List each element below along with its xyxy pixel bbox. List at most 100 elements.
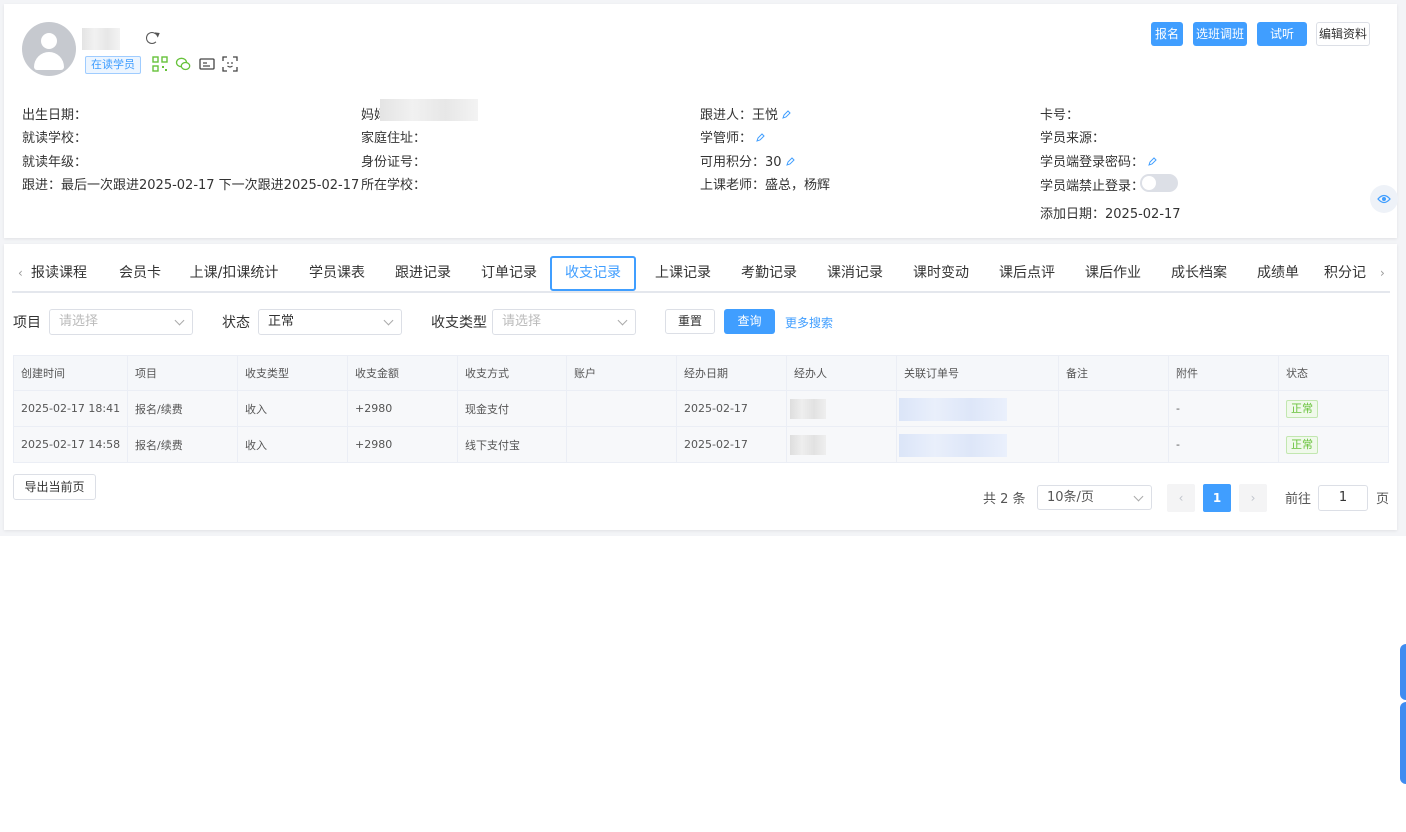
table-cell — [566, 390, 677, 427]
order-number-cell[interactable] — [896, 426, 1059, 463]
table-cell: +2980 — [347, 390, 458, 427]
page-size-value: 10条/页 — [1047, 490, 1094, 505]
qrcode-icon[interactable] — [152, 56, 168, 72]
column-header: 收支类型 — [237, 355, 348, 391]
tab-class-records[interactable]: 上课记录 — [648, 256, 718, 291]
table-row[interactable]: 2025-02-17 18:41 报名/续费 收入 +2980 现金支付 202… — [13, 390, 1389, 427]
tab-growth-archive[interactable]: 成长档案 — [1164, 256, 1234, 291]
floating-side-tab[interactable] — [1400, 644, 1406, 700]
tab-after-class-review[interactable]: 课后点评 — [992, 256, 1062, 291]
tab-report-card[interactable]: 成绩单 — [1250, 256, 1306, 291]
operator-cell — [786, 390, 897, 427]
pencil-icon[interactable] — [781, 110, 791, 120]
tab-income-expense-records[interactable]: 收支记录 — [550, 256, 636, 291]
enroll-button[interactable]: 报名 — [1151, 22, 1183, 46]
status-badge: 正常 — [1286, 435, 1318, 454]
column-header: 项目 — [127, 355, 238, 391]
tab-order-records[interactable]: 订单记录 — [474, 256, 544, 291]
chevron-down-icon — [617, 315, 628, 326]
login-password-field: 学员端登录密码： — [1040, 151, 1157, 170]
prev-page-button[interactable]: ‹ — [1167, 484, 1195, 512]
status-select[interactable]: 正常 — [258, 309, 402, 335]
column-header: 账户 — [566, 355, 677, 391]
tab-student-schedule[interactable]: 学员课表 — [302, 256, 372, 291]
tab-membership-card[interactable]: 会员卡 — [112, 256, 168, 291]
type-select[interactable]: 请选择 — [492, 309, 636, 335]
table-cell: 现金支付 — [457, 390, 567, 427]
page-size-select[interactable]: 10条/页 — [1037, 485, 1152, 510]
trial-button[interactable]: 试听 — [1257, 22, 1307, 46]
scan-icon[interactable] — [222, 56, 238, 72]
column-header: 关联订单号 — [896, 355, 1059, 391]
select-class-button[interactable]: 选班调班 — [1193, 22, 1247, 46]
order-number-redacted[interactable] — [899, 398, 1007, 421]
item-select[interactable]: 请选择 — [49, 309, 193, 335]
table-cell — [1058, 426, 1169, 463]
teachers-field: 上课老师：盛总，杨辉 — [700, 178, 831, 193]
more-search-link[interactable]: 更多搜索 — [785, 314, 833, 331]
login-password-text: 学员端登录密码： — [1040, 155, 1145, 170]
order-number-cell[interactable] — [896, 390, 1059, 427]
table-cell: 2025-02-17 14:58 — [13, 426, 128, 463]
tab-homework[interactable]: 课后作业 — [1078, 256, 1148, 291]
student-profile-card: 在读学员 报名 选班调班 试听 编辑资料 出生日期： 就读学校： 就读年级： 跟… — [4, 4, 1398, 238]
type-select-placeholder: 请选择 — [502, 314, 542, 329]
empty-content-area — [0, 536, 1406, 832]
tab-attendance-records[interactable]: 考勤记录 — [734, 256, 804, 291]
column-header: 备注 — [1058, 355, 1169, 391]
tab-hours-change[interactable]: 课时变动 — [906, 256, 976, 291]
pencil-icon[interactable] — [785, 157, 795, 167]
edit-profile-button[interactable]: 编辑资料 — [1316, 22, 1370, 46]
student-name-redacted — [82, 28, 120, 50]
login-ban-toggle[interactable] — [1140, 174, 1178, 192]
table-cell: 报名/续费 — [127, 426, 238, 463]
tab-followup-records[interactable]: 跟进记录 — [388, 256, 458, 291]
chevron-down-icon — [383, 315, 394, 326]
order-number-redacted[interactable] — [899, 434, 1007, 457]
tab-points-records[interactable]: 积分记 — [1324, 256, 1380, 291]
wechat-icon[interactable] — [175, 56, 191, 72]
column-header: 附件 — [1168, 355, 1279, 391]
tab-class-deduction-stats[interactable]: 上课/扣课统计 — [186, 256, 282, 291]
page-number-button[interactable]: 1 — [1203, 484, 1231, 512]
chevron-down-icon — [174, 315, 185, 326]
current-school-field: 所在学校： — [361, 178, 427, 193]
tabs-scroll-right[interactable]: › — [1380, 256, 1385, 291]
goto-label: 前往 — [1285, 492, 1312, 507]
tab-consumption-records[interactable]: 课消记录 — [820, 256, 890, 291]
column-header: 状态 — [1278, 355, 1389, 391]
column-header: 创建时间 — [13, 355, 128, 391]
id-card-icon[interactable] — [199, 56, 215, 72]
status-select-value: 正常 — [268, 314, 295, 329]
table-cell: 2025-02-17 — [676, 426, 787, 463]
pencil-icon[interactable] — [1147, 157, 1157, 167]
pagination-total: 共 2 条 — [983, 492, 1026, 507]
records-card: ‹ 报读课程 会员卡 上课/扣课统计 学员课表 跟进记录 订单记录 收支记录 上… — [4, 244, 1397, 530]
operator-cell — [786, 426, 897, 463]
tab-enrolled-courses[interactable]: 报读课程 — [26, 256, 92, 291]
floating-side-tab[interactable] — [1400, 702, 1406, 784]
export-current-page-button[interactable]: 导出当前页 — [13, 474, 96, 500]
reset-button[interactable]: 重置 — [665, 309, 715, 334]
eye-icon — [1377, 194, 1391, 204]
item-filter-label: 项目 — [13, 315, 41, 331]
income-expense-table: 创建时间 项目 收支类型 收支金额 收支方式 账户 经办日期 经办人 关联订单号… — [13, 355, 1389, 463]
goto-page-input[interactable]: 1 — [1318, 485, 1368, 511]
next-page-button[interactable]: › — [1239, 484, 1267, 512]
table-cell: +2980 — [347, 426, 458, 463]
table-header-row: 创建时间 项目 收支类型 收支金额 收支方式 账户 经办日期 经办人 关联订单号… — [13, 355, 1389, 391]
login-ban-field: 学员端禁止登录： — [1040, 179, 1145, 194]
refresh-icon[interactable] — [146, 32, 158, 44]
toggle-visibility-button[interactable] — [1370, 185, 1398, 213]
item-select-placeholder: 请选择 — [59, 314, 99, 329]
status-badge: 正常 — [1286, 399, 1318, 418]
table-cell: 线下支付宝 — [457, 426, 567, 463]
pencil-icon[interactable] — [755, 133, 765, 143]
table-cell: 报名/续费 — [127, 390, 238, 427]
query-button[interactable]: 查询 — [724, 309, 775, 334]
tabs-scroll-left[interactable]: ‹ — [18, 256, 23, 291]
table-row[interactable]: 2025-02-17 14:58 报名/续费 收入 +2980 线下支付宝 20… — [13, 426, 1389, 463]
table-cell: 2025-02-17 — [676, 390, 787, 427]
points-field: 可用积分：30 — [700, 151, 795, 170]
id-number-field: 身份证号： — [361, 155, 427, 170]
